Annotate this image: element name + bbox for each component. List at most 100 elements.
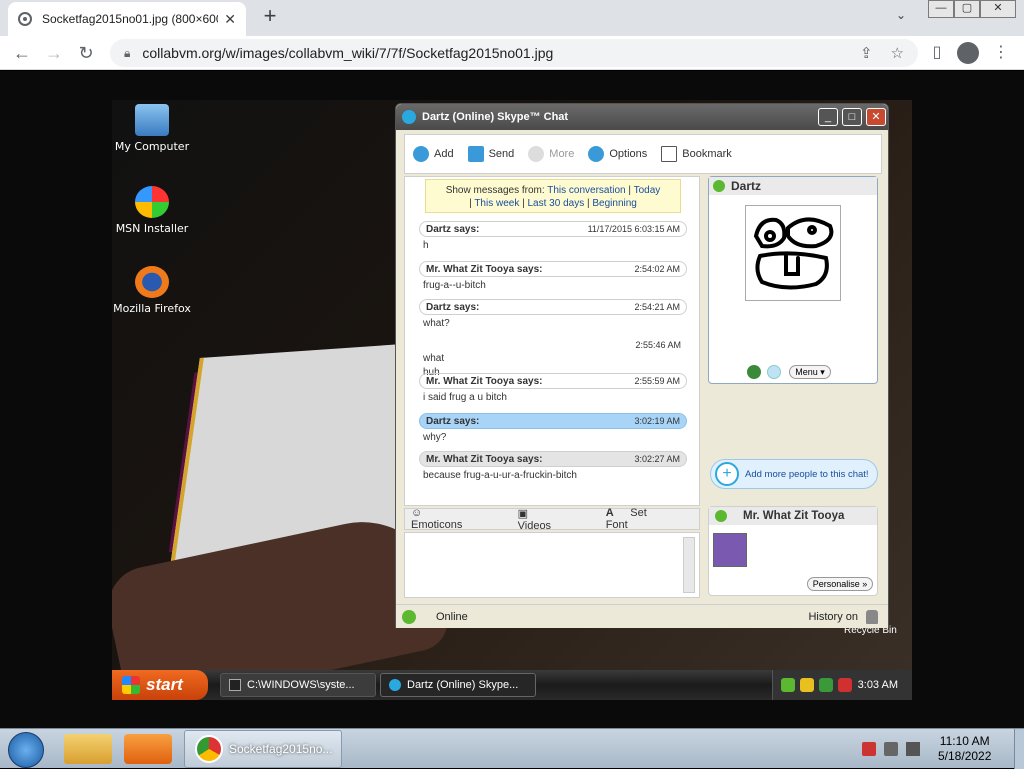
browser-tab[interactable]: Socketfag2015no01.jpg (800×600) ✕	[8, 2, 246, 36]
personalise-button[interactable]: Personalise »	[807, 577, 873, 591]
bookmark-button[interactable]: Bookmark	[661, 146, 732, 162]
taskbar-clock[interactable]: 11:10 AM 5/18/2022	[938, 734, 991, 764]
address-bar[interactable]: 🔒︎ collabvm.org/w/images/collabvm_wiki/7…	[110, 39, 918, 67]
emoticons-label: Emoticons	[411, 519, 463, 531]
message-text: why?	[423, 432, 447, 443]
taskbar-item-chrome[interactable]: Socketfag2015no...	[184, 730, 342, 768]
contact-name: Dartz	[709, 177, 877, 195]
set-font-button[interactable]: A Set Font	[606, 507, 685, 531]
emoticons-button[interactable]: ☺ Emoticons	[411, 507, 504, 531]
taskbar-item-cmd[interactable]: C:\WINDOWS\syste...	[220, 673, 376, 697]
chat-message: Dartz says: 3:02:19 AM why?	[419, 413, 687, 446]
tab-title: Socketfag2015no01.jpg (800×600)	[42, 12, 219, 26]
my-name[interactable]: Mr. What Zit Tooya	[709, 507, 877, 525]
maximize-button[interactable]: ▢	[954, 0, 980, 18]
tab-search-button[interactable]: ⌄	[896, 8, 906, 22]
desktop-icon-firefox[interactable]: Mozilla Firefox	[112, 266, 192, 315]
volume-icon[interactable]	[906, 742, 920, 756]
show-desktop-button[interactable]	[1014, 729, 1024, 769]
send-label: Send	[488, 148, 515, 160]
profile-avatar[interactable]	[957, 42, 979, 64]
xp-start-button[interactable]: start	[112, 670, 208, 700]
network-icon[interactable]	[819, 678, 833, 692]
online-status-icon[interactable]	[402, 609, 416, 624]
filter-last-30-days-link[interactable]: Last 30 days	[528, 198, 585, 209]
skype-minimize-button[interactable]: _	[818, 108, 838, 126]
chat-message: Dartz says: 11/17/2015 6:03:15 AM h	[419, 221, 687, 254]
filter-beginning-link[interactable]: Beginning	[592, 198, 636, 209]
minimize-button[interactable]: —	[928, 0, 954, 18]
windows-flag-icon	[122, 676, 140, 694]
skype-maximize-button[interactable]: □	[842, 108, 862, 126]
add-people-button[interactable]: + Add more people to this chat!	[710, 459, 878, 489]
contact-menu-button[interactable]: Menu ▾	[789, 365, 831, 379]
forward-button[interactable]: →	[42, 42, 66, 64]
side-panel-icon[interactable]: ▯	[926, 42, 948, 64]
taskbar-item-skype[interactable]: Dartz (Online) Skype...	[380, 673, 536, 697]
share-icon[interactable]: ⇪	[860, 44, 873, 62]
call-icon[interactable]	[747, 365, 761, 379]
input-scrollbar[interactable]	[683, 537, 695, 593]
message-history[interactable]: Show messages from: This conversation | …	[404, 176, 700, 506]
message-input[interactable]	[404, 532, 700, 598]
send-button[interactable]: Send	[467, 146, 515, 162]
browser-tab-strip: Socketfag2015no01.jpg (800×600) ✕ + ⌄ — …	[0, 0, 1024, 36]
network-icon[interactable]	[884, 742, 898, 756]
contact-avatar	[745, 205, 841, 301]
message-text: because frug-a-u-ur-a-fruckin-bitch	[423, 470, 577, 481]
message-time: 2:55:46 AM	[635, 340, 681, 350]
bookmark-star-icon[interactable]: ☆	[891, 44, 904, 62]
windows-start-button[interactable]	[8, 732, 44, 768]
add-contact-icon	[413, 146, 429, 162]
tab-close-button[interactable]: ✕	[224, 11, 236, 28]
message-header: 2:55:46 AM	[419, 337, 687, 353]
close-window-button[interactable]: ✕	[980, 0, 1016, 18]
filter-this-conversation-link[interactable]: This conversation	[547, 185, 625, 196]
plus-icon: +	[715, 462, 739, 486]
skype-title: Dartz (Online) Skype™ Chat	[422, 111, 569, 123]
filter-this-week-link[interactable]: This week	[474, 198, 519, 209]
desktop-icon-my-computer[interactable]: My Computer	[112, 104, 192, 153]
videos-button[interactable]: ▣ Videos	[518, 507, 592, 532]
message-text: frug-a--u-bitch	[423, 280, 486, 291]
upload-arrow-icon	[467, 146, 484, 162]
add-button[interactable]: Add	[413, 146, 454, 162]
message-time: 3:02:27 AM	[634, 454, 680, 464]
firefox-icon	[135, 266, 169, 298]
skype-tray-icon[interactable]	[781, 678, 795, 692]
desktop-icon-label: Mozilla Firefox	[113, 302, 191, 315]
status-label[interactable]: Online	[436, 611, 468, 623]
history-filter-bar: Show messages from: This conversation | …	[425, 179, 681, 213]
menu-icon[interactable]: ⋮	[990, 42, 1012, 64]
videos-label: Videos	[517, 519, 552, 532]
status-icon	[767, 365, 781, 379]
xp-taskbar: start C:\WINDOWS\syste... Dartz (Online)…	[112, 670, 912, 700]
more-button[interactable]: More	[528, 146, 574, 162]
clock-time: 11:10 AM	[939, 734, 990, 748]
start-label: start	[146, 675, 183, 694]
message-sender: Mr. What Zit Tooya says:	[426, 453, 543, 465]
file-explorer-icon[interactable]	[64, 734, 112, 764]
task-label: Dartz (Online) Skype...	[407, 679, 519, 691]
message-header: Mr. What Zit Tooya says: 3:02:27 AM	[419, 451, 687, 467]
options-button[interactable]: Options	[588, 146, 647, 162]
media-player-icon[interactable]	[124, 734, 172, 764]
action-center-icon[interactable]	[862, 742, 876, 756]
reload-button[interactable]: ↻	[74, 42, 98, 64]
more-label: More	[549, 148, 575, 160]
message-sender: Mr. What Zit Tooya says:	[426, 263, 543, 275]
skype-close-button[interactable]: ✕	[866, 108, 886, 126]
filter-today-link[interactable]: Today	[634, 185, 661, 196]
book-icon	[661, 146, 678, 162]
my-profile-panel: Mr. What Zit Tooya Personalise »	[708, 506, 878, 596]
chat-message: Mr. What Zit Tooya says: 2:54:02 AM frug-…	[419, 261, 687, 294]
back-button[interactable]: ←	[10, 42, 34, 64]
history-label: History on	[808, 610, 858, 623]
lock-icon[interactable]	[866, 609, 878, 624]
desktop-icon-msn-installer[interactable]: MSN Installer	[112, 186, 192, 235]
message-time: 3:02:19 AM	[634, 416, 680, 426]
alert-shield-icon[interactable]	[838, 678, 852, 692]
security-shield-icon[interactable]	[800, 678, 814, 692]
new-tab-button[interactable]: +	[258, 5, 282, 29]
skype-title-bar[interactable]: Dartz (Online) Skype™ Chat	[396, 104, 888, 130]
